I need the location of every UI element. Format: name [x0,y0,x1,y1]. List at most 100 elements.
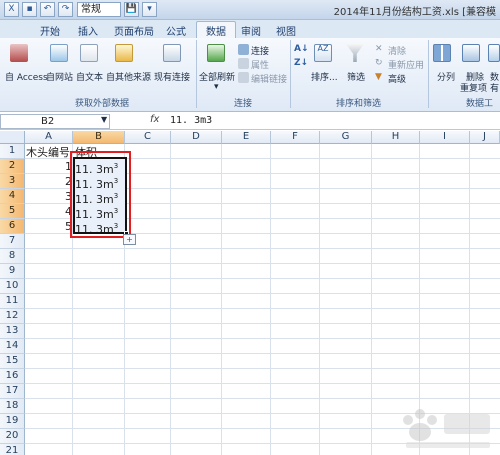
gridline-column [270,144,271,455]
cell-A1[interactable]: 木头编号 [26,145,70,160]
paste-options-icon[interactable]: + [123,234,136,245]
reapply-button[interactable]: 重新应用 [388,58,424,71]
row-header-21[interactable]: 21 [0,444,25,455]
row-header-17[interactable]: 17 [0,384,25,399]
existing-connections-icon [163,44,181,62]
data-validation-label: 有 [490,84,500,94]
row-header-18[interactable]: 18 [0,399,25,414]
from-web-button[interactable]: 自网站 [46,70,73,83]
gridline-row [25,368,500,369]
row-header-12[interactable]: 12 [0,309,25,324]
other-sources-icon [115,44,133,62]
row-header-14[interactable]: 14 [0,339,25,354]
quick-save-icon[interactable]: 💾 [124,2,139,17]
cell-A2[interactable]: 1 [26,159,72,174]
gridline-row [25,263,500,264]
row-header-19[interactable]: 19 [0,414,25,429]
text-to-columns-icon [433,44,451,62]
from-access-button[interactable]: 自 Access [5,70,48,83]
tab-review[interactable]: 审阅 [241,23,261,38]
cell-A5[interactable]: 4 [26,204,72,219]
filter-icon [346,44,364,62]
row-header-8[interactable]: 8 [0,249,25,264]
dropdown-icon[interactable]: ▾ [142,2,157,17]
row-header-6[interactable]: 6 [0,219,25,234]
excel-logo-icon[interactable]: X [4,2,19,17]
connections-button[interactable]: 连接 [251,44,269,57]
select-all-corner[interactable] [0,131,25,144]
row-header-20[interactable]: 20 [0,429,25,444]
row-header-16[interactable]: 16 [0,369,25,384]
advanced-icon: ▼ [375,72,382,82]
gridline-row [25,248,500,249]
properties-button[interactable]: 属性 [251,58,269,71]
formula-input[interactable]: 11. 3m3 [170,115,212,126]
group-label-sort-filter: 排序和筛选 [336,99,382,109]
group-label-connections: 连接 [234,99,253,109]
title-bar: X ▪ ↶ ↷ 常规 💾 ▾ 2014年11月份结构工资.xls [兼容模 [0,0,500,20]
gridline-row [25,383,500,384]
name-box-dropdown-icon[interactable]: ▼ [101,115,107,124]
row-header-7[interactable]: 7 [0,234,25,249]
gridline-row [25,308,500,309]
column-header-I[interactable]: I [420,131,470,144]
column-header-F[interactable]: F [271,131,320,144]
undo-icon[interactable]: ↶ [40,2,55,17]
redo-icon[interactable]: ↷ [58,2,73,17]
refresh-dropdown-icon[interactable]: ▾ [214,82,219,92]
column-header-D[interactable]: D [171,131,222,144]
gridline-row [25,398,500,399]
row-header-2[interactable]: 2 [0,159,25,174]
column-header-A[interactable]: A [25,131,73,144]
sort-button[interactable]: 排序... [311,70,338,83]
remove-duplicates-icon [462,44,480,62]
save-icon[interactable]: ▪ [22,2,37,17]
row-header-15[interactable]: 15 [0,354,25,369]
column-header-H[interactable]: H [372,131,420,144]
tab-home[interactable]: 开始 [40,23,60,38]
font-style-box[interactable]: 常规 [77,2,121,17]
row-header-4[interactable]: 4 [0,189,25,204]
tab-page-layout[interactable]: 页面布局 [114,23,154,38]
sort-az-icon[interactable]: A↓ [294,44,309,54]
gridline-row [25,323,500,324]
tab-insert[interactable]: 插入 [78,23,98,38]
text-to-columns-button[interactable]: 分列 [437,70,455,83]
gridline-column [319,144,320,455]
row-header-11[interactable]: 11 [0,294,25,309]
from-other-sources-button[interactable]: 自其他来源 [106,70,151,83]
properties-icon [238,58,249,69]
data-validation-icon [488,44,500,62]
existing-connections-button[interactable]: 现有连接 [154,70,190,83]
tab-formulas[interactable]: 公式 [166,23,186,38]
column-header-J[interactable]: J [470,131,500,144]
gridline-row [25,338,500,339]
insert-function-icon[interactable]: fx [150,114,159,125]
row-header-10[interactable]: 10 [0,279,25,294]
row-header-9[interactable]: 9 [0,264,25,279]
row-header-1[interactable]: 1 [0,144,25,159]
from-text-button[interactable]: 自文本 [76,70,103,83]
group-separator [428,40,429,108]
column-header-G[interactable]: G [320,131,372,144]
name-box[interactable]: B2 [0,114,110,129]
cell-A3[interactable]: 2 [26,174,72,189]
row-header-3[interactable]: 3 [0,174,25,189]
cell-A6[interactable]: 5 [26,219,72,234]
edit-links-button[interactable]: 编辑链接 [251,72,287,85]
column-header-E[interactable]: E [222,131,271,144]
cell-A4[interactable]: 3 [26,189,72,204]
row-header-5[interactable]: 5 [0,204,25,219]
column-header-C[interactable]: C [125,131,171,144]
filter-button[interactable]: 筛选 [347,70,365,83]
row-header-13[interactable]: 13 [0,324,25,339]
clear-button[interactable]: 清除 [388,44,406,57]
access-icon [10,44,28,62]
web-icon [50,44,68,62]
baidu-watermark-logo [403,409,490,448]
tab-data[interactable]: 数据 [196,21,236,38]
tab-view[interactable]: 视图 [276,23,296,38]
column-header-B[interactable]: B [73,131,125,144]
sort-za-icon[interactable]: Z↓ [294,58,308,68]
advanced-button[interactable]: 高级 [388,72,406,85]
